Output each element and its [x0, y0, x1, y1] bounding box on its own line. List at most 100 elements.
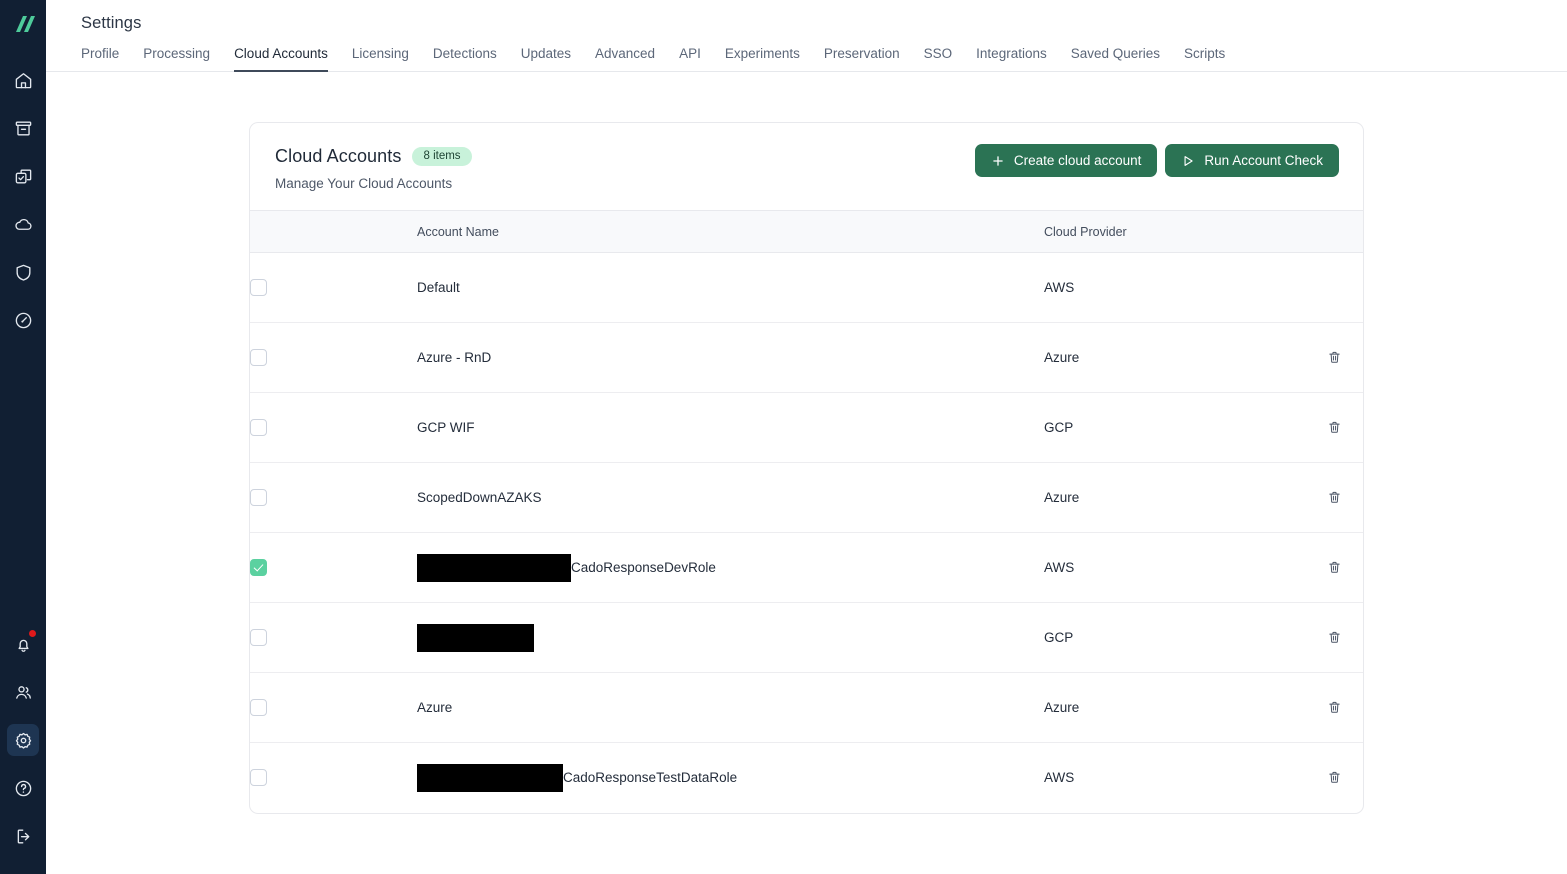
tab-profile[interactable]: Profile	[81, 46, 119, 72]
table-row[interactable]: ScopedDownAZAKS Azure	[250, 462, 1363, 533]
row-checkbox[interactable]	[250, 349, 267, 366]
tab-detections[interactable]: Detections	[433, 46, 497, 72]
tab-sso[interactable]: SSO	[924, 46, 953, 72]
card-title-row: Cloud Accounts 8 items	[275, 146, 472, 167]
tab-integrations[interactable]: Integrations	[976, 46, 1047, 72]
row-actions-cell	[1303, 532, 1363, 603]
account-name-content: CadoResponseDevRole	[417, 553, 1044, 582]
cloud-provider-cell: Azure	[1044, 322, 1303, 393]
delete-account-button[interactable]	[1323, 766, 1346, 789]
row-select-cell	[250, 392, 417, 463]
trash-icon	[1327, 700, 1342, 715]
tab-saved-queries[interactable]: Saved Queries	[1071, 46, 1160, 72]
account-name-text: CadoResponseTestDataRole	[563, 770, 738, 786]
sidebar-item-performance[interactable]	[7, 304, 39, 336]
row-checkbox[interactable]	[250, 559, 267, 576]
run-account-check-label: Run Account Check	[1204, 153, 1323, 168]
cloud-accounts-table: Account Name Cloud Provider Default AWS Az…	[250, 210, 1363, 813]
account-name-cell: Azure - RnD	[417, 322, 1044, 393]
row-checkbox[interactable]	[250, 629, 267, 646]
bell-icon	[14, 635, 33, 654]
card-header: Cloud Accounts 8 items Manage Your Cloud…	[250, 123, 1363, 210]
account-name-content: GCP WIF	[417, 420, 1044, 435]
sidebar-item-security[interactable]	[7, 256, 39, 288]
cloud-provider-cell: GCP	[1044, 392, 1303, 463]
app-logo[interactable]	[0, 0, 46, 44]
cloud-provider-cell: AWS	[1044, 252, 1303, 323]
shield-icon	[14, 263, 33, 282]
tab-experiments[interactable]: Experiments	[725, 46, 800, 72]
cloud-provider-text: Azure	[1044, 700, 1080, 715]
tab-licensing[interactable]: Licensing	[352, 46, 409, 72]
row-select-cell	[250, 672, 417, 743]
table-row[interactable]: Azure - RnD Azure	[250, 322, 1363, 393]
account-name-content: Azure	[417, 700, 1044, 715]
tab-api[interactable]: API	[679, 46, 701, 72]
sidebar-top-nav	[7, 56, 39, 344]
row-select-cell	[250, 532, 417, 603]
sidebar-item-users[interactable]	[7, 676, 39, 708]
run-account-check-button[interactable]: Run Account Check	[1165, 144, 1339, 177]
row-checkbox[interactable]	[250, 699, 267, 716]
main-area: Settings Profile Processing Cloud Accoun…	[46, 0, 1567, 874]
row-checkbox[interactable]	[250, 489, 267, 506]
table-row[interactable]: CadoResponseDevRole AWS	[250, 532, 1363, 603]
tab-processing[interactable]: Processing	[143, 46, 210, 72]
row-checkbox[interactable]	[250, 279, 267, 296]
sidebar-item-tasks[interactable]	[7, 160, 39, 192]
home-icon	[14, 71, 33, 90]
sidebar-item-notifications[interactable]	[7, 628, 39, 660]
trash-icon	[1327, 560, 1342, 575]
row-actions-cell	[1303, 252, 1363, 323]
row-actions-cell	[1303, 392, 1363, 463]
sidebar-item-help[interactable]	[7, 772, 39, 804]
sidebar-item-cloud[interactable]	[7, 208, 39, 240]
page-content: Cloud Accounts 8 items Manage Your Cloud…	[46, 72, 1567, 874]
tab-updates[interactable]: Updates	[521, 46, 571, 72]
account-name-cell	[417, 602, 1044, 673]
cloud-provider-cell: GCP	[1044, 602, 1303, 673]
table-row[interactable]: GCP	[250, 602, 1363, 673]
table-head: Account Name Cloud Provider	[250, 210, 1363, 253]
sidebar-item-settings[interactable]	[7, 724, 39, 756]
delete-account-button[interactable]	[1323, 416, 1346, 439]
column-header-select	[250, 210, 417, 253]
account-name-cell: Azure	[417, 672, 1044, 743]
row-checkbox[interactable]	[250, 769, 267, 787]
delete-account-button[interactable]	[1323, 486, 1346, 509]
trash-icon	[1327, 630, 1342, 645]
account-name-text: Default	[417, 280, 460, 295]
sidebar-item-logout[interactable]	[7, 820, 39, 852]
account-name-content: CadoResponseTestDataRole	[417, 763, 1044, 792]
trash-icon	[1327, 770, 1342, 785]
account-name-text: Azure - RnD	[417, 350, 492, 365]
delete-account-button[interactable]	[1323, 346, 1346, 369]
table-row[interactable]: GCP WIF GCP	[250, 392, 1363, 463]
card-action-buttons: Create cloud account Run Account Check	[974, 144, 1339, 177]
sidebar-item-archive[interactable]	[7, 112, 39, 144]
account-name-content: ScopedDownAZAKS	[417, 490, 1044, 505]
tab-cloud-accounts[interactable]: Cloud Accounts	[234, 46, 328, 72]
sidebar-item-home[interactable]	[7, 64, 39, 96]
create-cloud-account-button[interactable]: Create cloud account	[974, 144, 1158, 177]
help-icon	[14, 779, 33, 798]
account-name-cell: CadoResponseDevRole	[417, 532, 1044, 603]
tab-preservation[interactable]: Preservation	[824, 46, 900, 72]
delete-account-button[interactable]	[1323, 556, 1346, 579]
tab-advanced[interactable]: Advanced	[595, 46, 655, 72]
account-name-text: CadoResponseDevRole	[571, 560, 716, 575]
gauge-icon	[14, 311, 33, 330]
logout-icon	[14, 827, 33, 846]
trash-icon	[1327, 350, 1342, 365]
row-checkbox[interactable]	[250, 419, 267, 436]
delete-account-button[interactable]	[1323, 696, 1346, 719]
delete-account-button[interactable]	[1323, 626, 1346, 649]
table-row[interactable]: Default AWS	[250, 252, 1363, 323]
cloud-icon	[14, 215, 33, 234]
tab-scripts[interactable]: Scripts	[1184, 46, 1225, 72]
row-select-cell	[250, 602, 417, 673]
table-row[interactable]: Azure Azure	[250, 672, 1363, 743]
column-header-account-name: Account Name	[417, 210, 1044, 253]
account-name-text: Azure	[417, 700, 453, 715]
table-row[interactable]: CadoResponseTestDataRole AWS	[250, 743, 1363, 813]
